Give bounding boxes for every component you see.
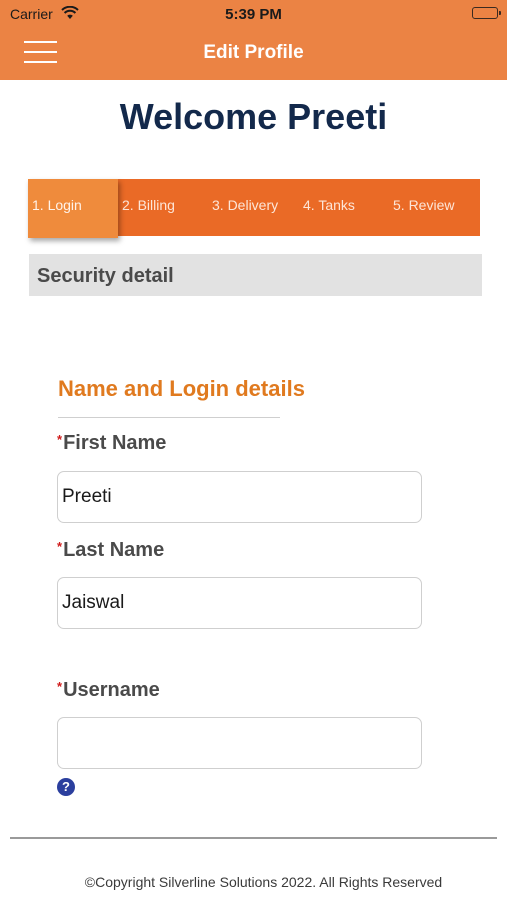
section-title: Security detail <box>37 265 174 287</box>
first-name-input[interactable] <box>57 471 422 523</box>
battery-icon <box>472 7 501 19</box>
required-marker: * <box>57 539 63 554</box>
required-marker: * <box>57 679 63 694</box>
welcome-heading: Welcome Preeti <box>119 96 388 137</box>
tab-delivery[interactable]: 3. Delivery <box>212 179 278 236</box>
username-label: *Username <box>57 679 160 701</box>
section-header: Security detail <box>29 254 482 296</box>
last-name-input[interactable] <box>57 577 422 629</box>
heading-divider <box>58 417 280 418</box>
tab-billing[interactable]: 2. Billing <box>122 179 175 236</box>
status-time: 5:39 PM <box>225 6 282 23</box>
nav-bar: Carrier 5:39 PM Edit Profile <box>0 0 507 80</box>
question-circle-icon[interactable]: ? <box>57 778 75 796</box>
form-heading: Name and Login details <box>58 376 305 401</box>
tab-login[interactable]: 1. Login <box>28 179 118 238</box>
required-marker: * <box>57 432 63 447</box>
footer-divider <box>10 837 497 839</box>
nav-title: Edit Profile <box>203 42 304 63</box>
last-name-label: *Last Name <box>57 539 165 561</box>
username-input[interactable] <box>57 717 422 769</box>
tab-tanks[interactable]: 4. Tanks <box>303 179 355 236</box>
step-tabs: 1. Login 2. Billing 3. Delivery 4. Tanks… <box>28 179 480 238</box>
footer-copyright: ©Copyright Silverline Solutions 2022. Al… <box>84 874 443 890</box>
tab-review[interactable]: 5. Review <box>393 179 454 236</box>
status-bar: Carrier 5:39 PM <box>0 0 507 28</box>
first-name-label: *First Name <box>57 432 167 454</box>
